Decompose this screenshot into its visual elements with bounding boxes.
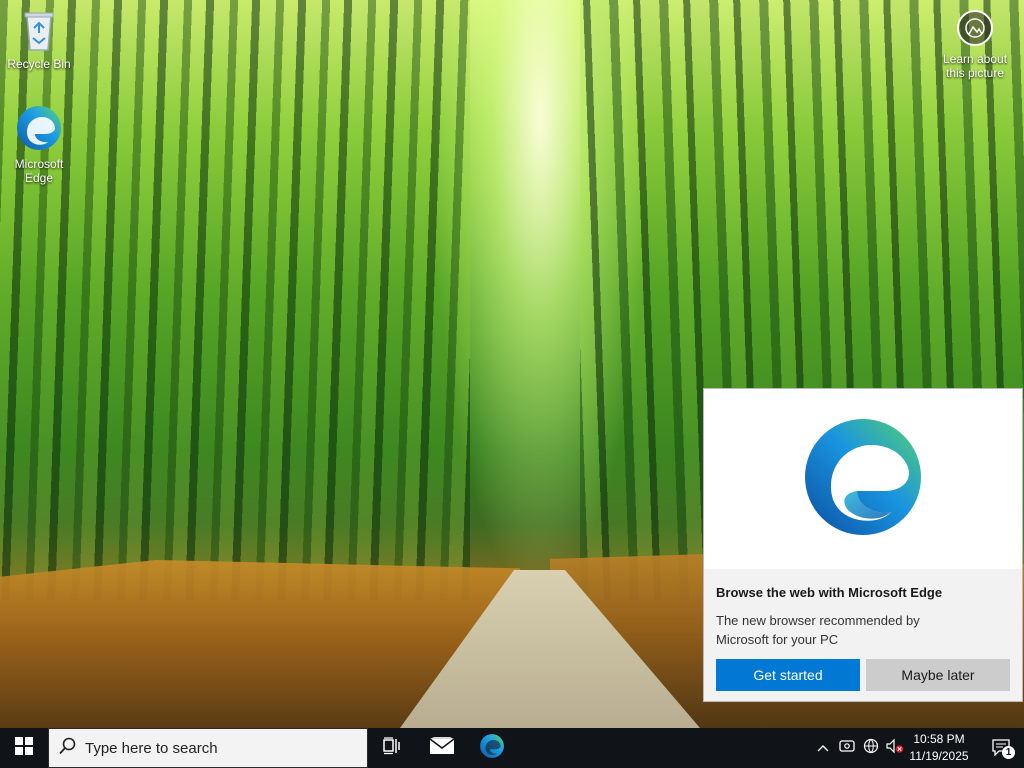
edge-taskbar-button[interactable] (468, 728, 516, 768)
flyout-description: The new browser recommended by Microsoft… (716, 613, 920, 647)
task-view-icon (382, 736, 402, 760)
mail-taskbar-button[interactable] (418, 728, 466, 768)
desktop-icon-label: Recycle Bin (7, 57, 71, 71)
notification-icon: 1 (991, 738, 1015, 759)
wallpaper-bamboo-left (0, 0, 470, 600)
flyout-hero (704, 389, 1022, 569)
camera-icon (957, 10, 993, 46)
learn-about-label: Learn about this picture (942, 52, 1008, 80)
network-icon (863, 738, 879, 759)
volume-muted-icon (886, 738, 904, 759)
search-box[interactable]: Type here to search (48, 728, 368, 768)
clock-time: 10:58 PM (913, 732, 965, 746)
start-button[interactable] (0, 728, 48, 768)
learn-about-picture[interactable]: Learn about this picture (934, 10, 1016, 80)
edge-icon (2, 104, 76, 155)
mail-icon (429, 732, 455, 760)
action-center-button[interactable]: 1 (980, 728, 1024, 768)
volume-button[interactable] (884, 728, 906, 768)
desktop: Recycle Bin Microsoft Edge Learn about t… (0, 0, 1024, 728)
notification-count-badge: 1 (1002, 746, 1015, 759)
flyout-body: Browse the web with Microsoft Edge The n… (704, 569, 1022, 649)
show-hidden-icons-button[interactable] (812, 728, 834, 768)
desktop-icon-recycle-bin[interactable]: Recycle Bin (2, 8, 76, 71)
edge-icon (479, 733, 505, 764)
meet-now-icon (839, 738, 855, 759)
clock-date: 11/19/2025 (909, 749, 969, 763)
desktop-icon-microsoft-edge[interactable]: Microsoft Edge (2, 104, 76, 185)
desktop-icon-label: Microsoft Edge (14, 157, 64, 185)
meet-now-button[interactable] (836, 728, 858, 768)
taskbar: Type here to search 10:58 PM 11/19/2025 … (0, 728, 1024, 768)
clock[interactable]: 10:58 PM 11/19/2025 (905, 731, 973, 765)
flyout-buttons: Get started Maybe later (716, 659, 1010, 691)
chevron-up-icon (817, 739, 829, 757)
get-started-button[interactable]: Get started (716, 659, 860, 691)
search-icon (59, 737, 77, 760)
edge-promo-flyout: Browse the web with Microsoft Edge The n… (703, 388, 1023, 702)
network-button[interactable] (860, 728, 882, 768)
flyout-title: Browse the web with Microsoft Edge (716, 585, 943, 600)
recycle-bin-icon (2, 8, 76, 55)
search-placeholder: Type here to search (85, 739, 218, 757)
task-view-button[interactable] (368, 728, 416, 768)
windows-logo-icon (15, 736, 33, 760)
edge-logo-icon (801, 415, 925, 544)
maybe-later-button[interactable]: Maybe later (866, 659, 1010, 691)
